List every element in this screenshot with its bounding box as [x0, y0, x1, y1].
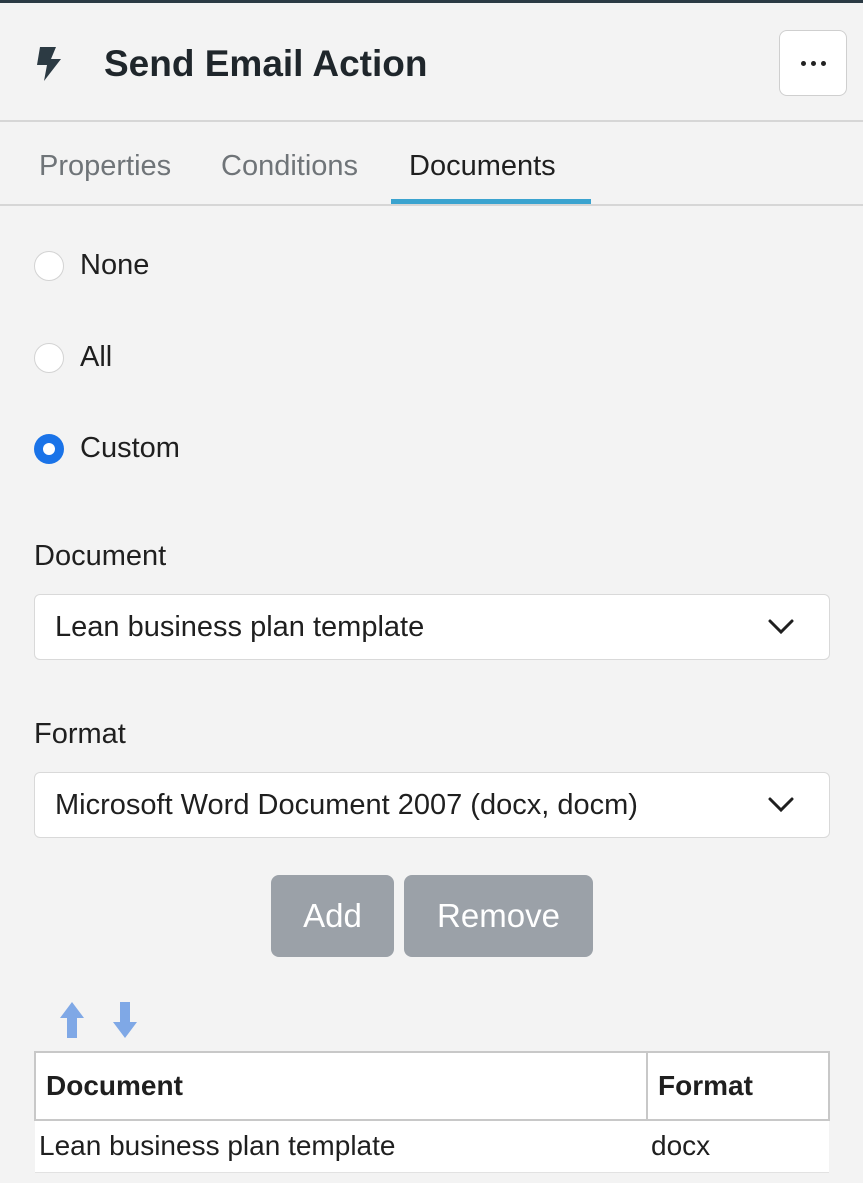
format-select-value: Microsoft Word Document 2007 (docx, docm… — [55, 789, 638, 821]
tab-conditions[interactable]: Conditions — [221, 150, 358, 183]
radio-option-custom[interactable]: Custom — [34, 432, 180, 465]
chevron-down-icon — [768, 797, 794, 813]
document-select-value: Lean business plan template — [55, 611, 425, 643]
radio-option-all[interactable]: All — [34, 341, 112, 374]
radio-button[interactable] — [34, 250, 64, 281]
move-down-arrow-icon[interactable] — [111, 1000, 139, 1040]
column-header-format[interactable]: Format — [646, 1051, 830, 1121]
document-select[interactable]: Lean business plan template — [34, 594, 830, 660]
bolt-icon — [37, 47, 61, 81]
format-field-label: Format — [34, 718, 126, 750]
ellipsis-icon — [800, 60, 806, 66]
table-cell-document: Lean business plan template — [35, 1120, 647, 1173]
tab-properties[interactable]: Properties — [39, 150, 171, 183]
table-header-row: Document Format — [34, 1051, 830, 1121]
radio-label: Custom — [80, 432, 180, 464]
more-options-button[interactable] — [779, 30, 847, 96]
radio-label: None — [80, 249, 150, 281]
documents-table: Document Format Lean business plan templ… — [34, 1051, 830, 1173]
radio-label: All — [80, 341, 113, 373]
document-field-label: Document — [34, 540, 167, 572]
radio-button[interactable] — [34, 342, 64, 373]
add-button[interactable]: Add — [271, 875, 394, 957]
tab-bar: Properties Conditions Documents — [0, 122, 863, 206]
radio-button[interactable] — [34, 433, 64, 464]
active-tab-indicator — [391, 199, 591, 204]
chevron-down-icon — [768, 619, 794, 635]
column-header-document[interactable]: Document — [34, 1051, 648, 1121]
page-title: Send Email Action — [104, 43, 428, 84]
remove-button[interactable]: Remove — [404, 875, 593, 957]
format-select[interactable]: Microsoft Word Document 2007 (docx, docm… — [34, 772, 830, 838]
panel-header: Send Email Action — [0, 3, 863, 122]
table-cell-format: docx — [647, 1120, 829, 1173]
move-up-arrow-icon[interactable] — [58, 1000, 86, 1040]
table-row[interactable]: Lean business plan template docx — [35, 1120, 829, 1173]
radio-option-none[interactable]: None — [34, 249, 149, 282]
tab-documents[interactable]: Documents — [409, 150, 556, 183]
